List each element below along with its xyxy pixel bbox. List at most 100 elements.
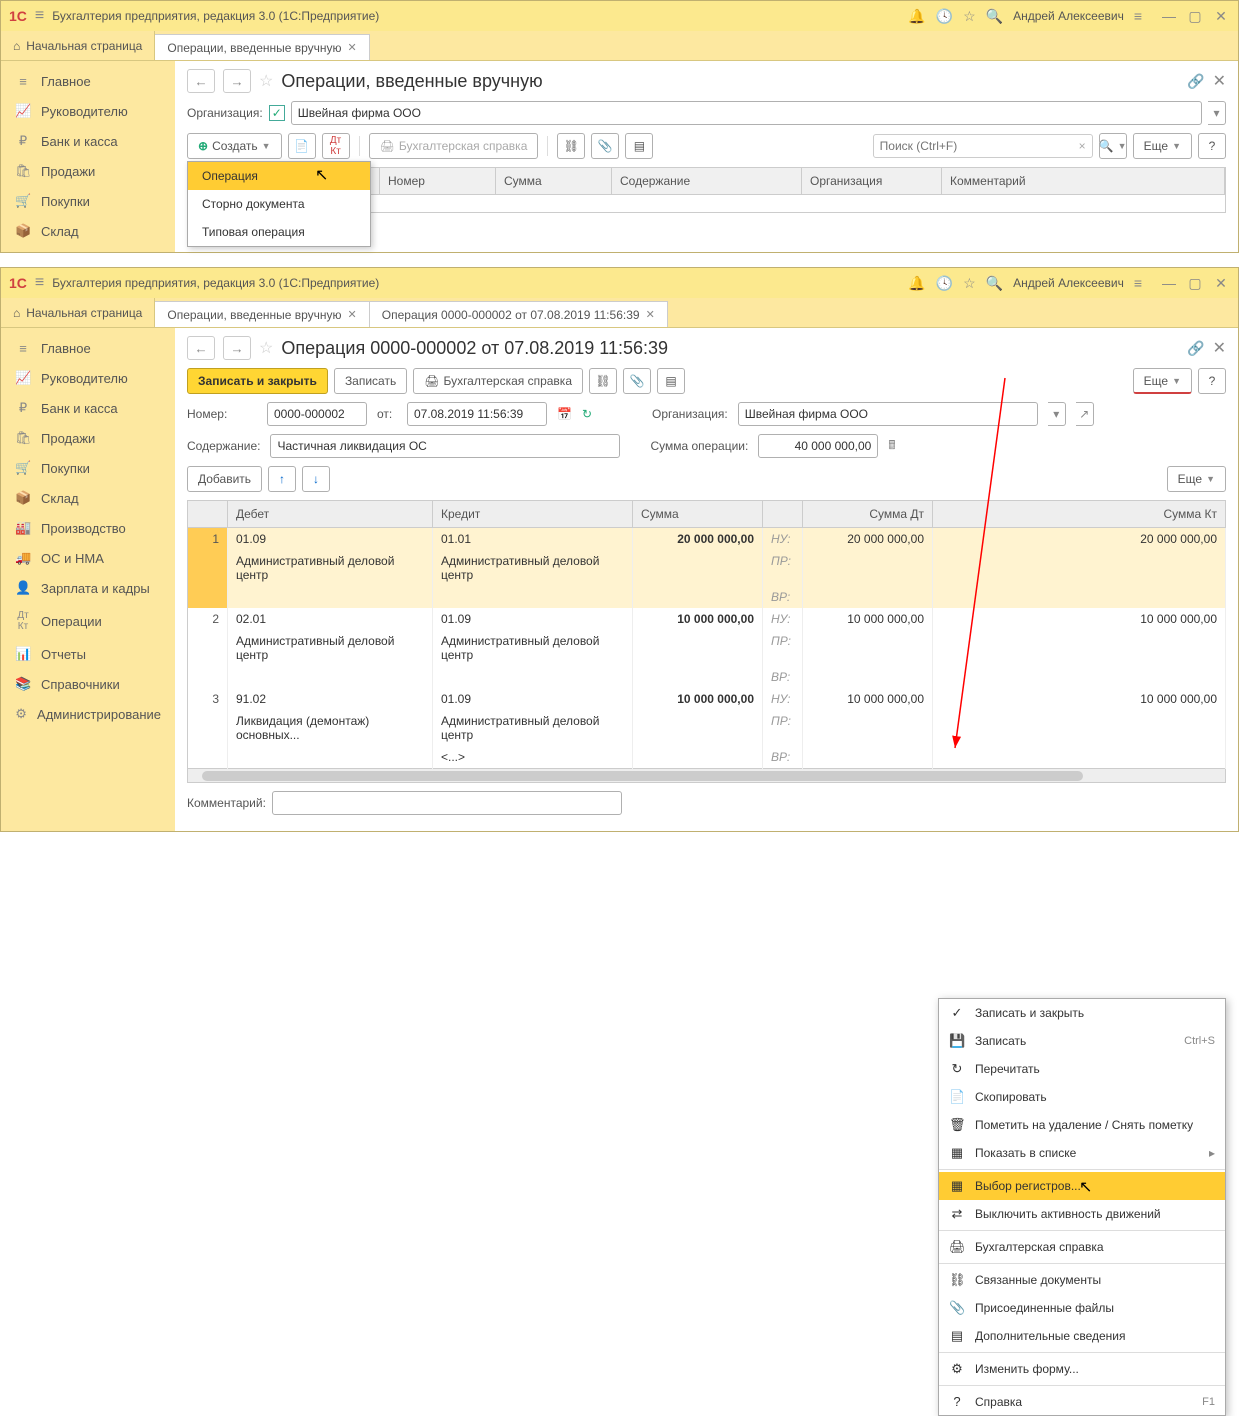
ctx-item[interactable]: 💾 Записать Ctrl+S (939, 1027, 1225, 1055)
col-credit[interactable]: Кредит (433, 501, 633, 528)
back-button[interactable]: ← (187, 336, 215, 360)
sidebar-item-bank[interactable]: ₽Банк и касса (1, 126, 175, 156)
sidebar-item-production[interactable]: 🏭Производство (1, 513, 175, 543)
table-more-button[interactable]: Еще▼ (1167, 466, 1226, 492)
table-row[interactable]: Административный деловой центрАдминистра… (188, 630, 1226, 666)
sidebar-item-manager[interactable]: 📈Руководителю (1, 96, 175, 126)
minimize-icon[interactable]: — (1160, 8, 1178, 25)
search-icon[interactable]: 🔍 (986, 8, 1003, 25)
sidebar-hamburger[interactable]: ≡Главное (1, 67, 175, 96)
sidebar-item-warehouse[interactable]: 📦Склад (1, 216, 175, 246)
ctx-item[interactable]: ▦ Показать в списке ▸ (939, 1139, 1225, 1167)
star-icon[interactable]: ☆ (963, 8, 976, 25)
main-menu-icon[interactable]: ≡ (35, 274, 44, 292)
org-dropdown-icon[interactable]: ▾ (1048, 402, 1066, 426)
save-close-button[interactable]: Записать и закрыть (187, 368, 328, 394)
favorite-icon[interactable]: ☆ (259, 338, 273, 358)
settings-icon[interactable]: ≡ (1134, 8, 1142, 24)
history-icon[interactable]: 🕓 (936, 275, 953, 292)
table-row[interactable]: <...> ВР: (188, 746, 1226, 769)
ctx-item[interactable]: ✓ Записать и закрыть (939, 999, 1225, 1027)
sum-input[interactable] (758, 434, 878, 458)
ctx-item[interactable]: 📄 Скопировать (939, 1083, 1225, 1111)
table-row[interactable]: 3 91.0201.0910 000 000,00 НУ:10 000 000,… (188, 688, 1226, 710)
more-button-2[interactable]: Еще▼ (1133, 368, 1192, 394)
sidebar-item-bank[interactable]: ₽Банк и касса (1, 393, 175, 423)
maximize-icon[interactable]: ▢ (1186, 8, 1204, 25)
link-icon[interactable]: 🔗 (1187, 340, 1204, 357)
ctx-item[interactable]: 🖨 Бухгалтерская справка (939, 1233, 1225, 1261)
table-row[interactable]: ВР: (188, 666, 1226, 688)
more-button-1[interactable]: Еще▼ (1133, 133, 1192, 159)
save-button[interactable]: Записать (334, 368, 407, 394)
close-page-icon[interactable]: ✕ (1213, 71, 1226, 91)
bell-icon[interactable]: 🔔 (908, 275, 925, 292)
tab-operations-list[interactable]: Операции, введенные вручную ✕ (155, 301, 369, 327)
ctx-item[interactable]: 📎 Присоединенные файлы (939, 1294, 1225, 1322)
sidebar-item-reports[interactable]: 📊Отчеты (1, 639, 175, 669)
sidebar-item-purchases[interactable]: 🛒Покупки (1, 453, 175, 483)
related-docs-button[interactable]: ⛓ (557, 133, 585, 159)
sidebar-item-manager[interactable]: 📈Руководителю (1, 363, 175, 393)
star-icon[interactable]: ☆ (963, 275, 976, 292)
ctx-item[interactable]: ⛓ Связанные документы (939, 1266, 1225, 1294)
back-button[interactable]: ← (187, 69, 215, 93)
info-button[interactable]: ▤ (657, 368, 685, 394)
sidebar-item-warehouse[interactable]: 📦Склад (1, 483, 175, 513)
ctx-item[interactable]: 🗑 Пометить на удаление / Снять пометку (939, 1111, 1225, 1139)
accounting-ref-button[interactable]: 🖨Бухгалтерская справка (413, 368, 583, 394)
col-content[interactable]: Содержание (612, 168, 802, 194)
sidebar-item-salary[interactable]: 👤Зарплата и кадры (1, 573, 175, 603)
accounting-ref-button[interactable]: 🖨Бухгалтерская справка (369, 133, 539, 159)
minimize-icon[interactable]: — (1160, 275, 1178, 292)
favorite-icon[interactable]: ☆ (259, 71, 273, 91)
sidebar-item-assets[interactable]: 🚚ОС и НМА (1, 543, 175, 573)
link-icon[interactable]: 🔗 (1187, 73, 1204, 90)
create-menu-operation[interactable]: Операция (188, 162, 370, 190)
sidebar-item-purchases[interactable]: 🛒Покупки (1, 186, 175, 216)
create-menu-storno[interactable]: Сторно документа (188, 190, 370, 218)
search-icon[interactable]: 🔍 (986, 275, 1003, 292)
tab-home[interactable]: ⌂ Начальная страница (1, 298, 155, 327)
org-checkbox[interactable]: ✓ (269, 105, 285, 121)
comment-input[interactable] (272, 791, 622, 815)
close-window-icon[interactable]: ✕ (1212, 8, 1230, 25)
sidebar-item-sales[interactable]: 🛍Продажи (1, 423, 175, 453)
tab-operations[interactable]: Операции, введенные вручную ✕ (155, 34, 369, 60)
forward-button[interactable]: → (223, 69, 251, 93)
ctx-item[interactable]: ⇄ Выключить активность движений (939, 1200, 1225, 1228)
add-row-button[interactable]: Добавить (187, 466, 262, 492)
ctx-item[interactable]: ⚙ Изменить форму... (939, 1355, 1225, 1383)
close-tab-icon[interactable]: ✕ (646, 308, 655, 321)
close-window-icon[interactable]: ✕ (1212, 275, 1230, 292)
table-row[interactable]: ВР: (188, 586, 1226, 608)
ctx-item[interactable]: ? Справка F1 (939, 1388, 1225, 1415)
move-up-button[interactable]: ↑ (268, 466, 296, 492)
forward-button[interactable]: → (223, 336, 251, 360)
ctx-item[interactable]: ↻ Перечитать (939, 1055, 1225, 1083)
ctx-item[interactable]: ▦ Выбор регистров... (939, 1172, 1225, 1200)
col-org[interactable]: Организация (802, 168, 942, 194)
col-debit[interactable]: Дебет (228, 501, 433, 528)
help-button[interactable]: ? (1198, 133, 1226, 159)
date-input[interactable] (407, 402, 547, 426)
org-open-icon[interactable]: ↗ (1076, 402, 1094, 426)
org-input[interactable] (291, 101, 1202, 125)
sidebar-item-operations[interactable]: ДтКтОперации (1, 603, 175, 639)
info-button[interactable]: ▤ (625, 133, 653, 159)
close-tab-icon[interactable]: ✕ (348, 308, 357, 321)
search-input[interactable] (880, 139, 1079, 153)
org-dropdown-icon[interactable]: ▾ (1208, 101, 1226, 125)
sidebar-item-sales[interactable]: 🛍Продажи (1, 156, 175, 186)
search-box[interactable]: × (873, 134, 1093, 158)
clear-search-icon[interactable]: × (1079, 139, 1086, 153)
close-page-icon[interactable]: ✕ (1213, 338, 1226, 358)
related-docs-button[interactable]: ⛓ (589, 368, 617, 394)
table-row[interactable]: Ликвидация (демонтаж) основных...Админис… (188, 710, 1226, 746)
table-row[interactable]: 2 02.0101.0910 000 000,00 НУ:10 000 000,… (188, 608, 1226, 630)
close-tab-icon[interactable]: ✕ (348, 41, 357, 54)
maximize-icon[interactable]: ▢ (1186, 275, 1204, 292)
ctx-item[interactable]: ▤ Дополнительные сведения (939, 1322, 1225, 1350)
settings-icon[interactable]: ≡ (1134, 275, 1142, 291)
attach-button[interactable]: 📎 (623, 368, 651, 394)
